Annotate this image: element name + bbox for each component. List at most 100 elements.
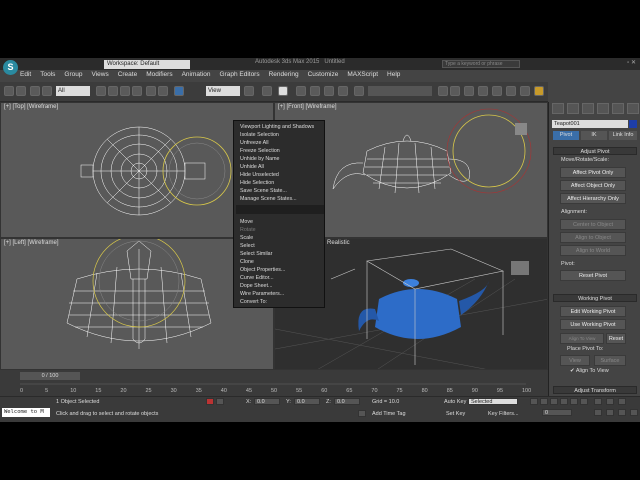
reset-working-pivot-button[interactable]: Reset <box>606 333 626 344</box>
spinner-snap-icon[interactable] <box>338 86 348 96</box>
region-select-icon[interactable] <box>120 86 130 96</box>
zoom-extents-icon[interactable] <box>618 398 626 405</box>
rollout-working-pivot[interactable]: Working Pivot <box>553 294 637 302</box>
menu-item-unhide-by-name[interactable]: Unhide by Name <box>240 156 279 162</box>
y-coordinate-field[interactable]: 0.0 <box>294 398 320 405</box>
use-working-pivot-button[interactable]: Use Working Pivot <box>560 319 626 330</box>
align-to-view-checkbox[interactable]: ✔ Align To View <box>570 368 609 374</box>
menu-views[interactable]: Views <box>91 71 108 82</box>
window-crossing-icon[interactable] <box>132 86 142 96</box>
menu-item-clone[interactable]: Clone <box>240 259 254 265</box>
affect-hierarchy-only-button[interactable]: Affect Hierarchy Only <box>560 193 626 204</box>
keyboard-shortcut-icon[interactable] <box>278 86 288 96</box>
angle-snap-icon[interactable] <box>310 86 320 96</box>
time-slider[interactable]: 0 / 100 <box>20 372 80 380</box>
material-editor-icon[interactable] <box>520 86 530 96</box>
coord-system-dropdown[interactable]: View <box>206 86 240 96</box>
named-selection-sets[interactable] <box>368 86 432 96</box>
select-rotate-icon[interactable] <box>158 86 168 96</box>
ribbon-icon[interactable] <box>478 86 488 96</box>
snaps-toggle-icon[interactable] <box>296 86 306 96</box>
zoom-all-icon[interactable] <box>606 398 614 405</box>
menu-edit[interactable]: Edit <box>20 71 31 82</box>
menu-help[interactable]: Help <box>387 71 400 82</box>
align-icon[interactable] <box>450 86 460 96</box>
layer-manager-icon[interactable] <box>464 86 474 96</box>
x-coordinate-field[interactable]: 0.0 <box>254 398 280 405</box>
menu-item-freeze-selection[interactable]: Freeze Selection <box>240 148 280 154</box>
display-tab-icon[interactable] <box>612 103 624 114</box>
selection-filter-dropdown[interactable]: All <box>56 86 90 96</box>
maximize-viewport-icon[interactable] <box>630 409 638 416</box>
create-tab-icon[interactable] <box>552 103 564 114</box>
add-time-tag-button[interactable]: Add Time Tag <box>372 411 406 417</box>
motion-tab-icon[interactable] <box>597 103 609 114</box>
place-pivot-view-button[interactable]: View <box>560 355 590 366</box>
align-to-world-button[interactable]: Align to World <box>560 245 626 256</box>
menu-animation[interactable]: Animation <box>182 71 211 82</box>
menu-create[interactable]: Create <box>118 71 138 82</box>
align-to-object-button[interactable]: Align to Object <box>560 232 626 243</box>
center-to-object-button[interactable]: Center to Object <box>560 219 626 230</box>
modify-tab-icon[interactable] <box>567 103 579 114</box>
affect-object-only-button[interactable]: Affect Object Only <box>560 180 626 191</box>
object-color-swatch[interactable] <box>629 120 637 128</box>
pan-view-icon[interactable] <box>606 409 614 416</box>
time-config-icon[interactable] <box>580 398 588 405</box>
z-coordinate-field[interactable]: 0.0 <box>334 398 360 405</box>
menu-item-hide-unselected[interactable]: Hide Unselected <box>240 172 279 178</box>
menu-rendering[interactable]: Rendering <box>269 71 299 82</box>
menu-item-select[interactable]: Select <box>240 243 255 249</box>
maxscript-listener[interactable]: Welcome to M <box>2 408 50 417</box>
key-filters-button[interactable]: Key Filters... <box>488 411 519 417</box>
object-name-field[interactable]: Teapot001 <box>552 120 628 128</box>
next-frame-icon[interactable] <box>560 398 568 405</box>
menu-item-save-scene-state[interactable]: Save Scene State... <box>240 188 287 194</box>
field-of-view-icon[interactable] <box>594 409 602 416</box>
menu-item-dope-sheet[interactable]: Dope Sheet... <box>240 283 272 289</box>
orbit-icon[interactable] <box>618 409 626 416</box>
hierarchy-tab-icon[interactable] <box>582 103 594 114</box>
menu-maxscript[interactable]: MAXScript <box>347 71 378 82</box>
select-scale-icon[interactable] <box>174 86 184 96</box>
key-mode-dropdown[interactable]: Selected <box>468 398 518 405</box>
menu-item-unfreeze-all[interactable]: Unfreeze All <box>240 140 269 146</box>
pivot-center-icon[interactable] <box>244 86 254 96</box>
absolute-mode-icon[interactable] <box>216 398 224 405</box>
menu-item-unhide-all[interactable]: Unhide All <box>240 164 264 170</box>
app-logo-icon[interactable]: S <box>3 60 18 75</box>
zoom-icon[interactable] <box>594 398 602 405</box>
menu-item-convert-to[interactable]: Convert To: <box>240 299 267 305</box>
tab-pivot[interactable]: Pivot <box>553 131 579 140</box>
menu-group[interactable]: Group <box>64 71 82 82</box>
play-icon[interactable] <box>550 398 558 405</box>
place-pivot-surface-button[interactable]: Surface <box>594 355 626 366</box>
go-to-start-icon[interactable] <box>530 398 538 405</box>
menu-item-move[interactable]: Move <box>240 219 253 225</box>
auto-key-button[interactable]: Auto Key <box>444 399 466 405</box>
redo-icon[interactable] <box>16 86 26 96</box>
menu-customize[interactable]: Customize <box>308 71 339 82</box>
mirror-icon[interactable] <box>438 86 448 96</box>
go-to-end-icon[interactable] <box>570 398 578 405</box>
select-manipulate-icon[interactable] <box>262 86 272 96</box>
menu-item-scale[interactable]: Scale <box>240 235 253 241</box>
menu-item-viewport-lighting[interactable]: Viewport Lighting and Shadows <box>240 124 314 130</box>
utilities-tab-icon[interactable] <box>627 103 639 114</box>
menu-graph-editors[interactable]: Graph Editors <box>220 71 260 82</box>
menu-modifiers[interactable]: Modifiers <box>146 71 172 82</box>
schematic-view-icon[interactable] <box>506 86 516 96</box>
render-setup-icon[interactable] <box>534 86 544 96</box>
menu-item-select-similar[interactable]: Select Similar <box>240 251 272 257</box>
menu-item-rotate[interactable]: Rotate <box>240 227 256 233</box>
time-tag-icon[interactable] <box>358 410 366 417</box>
tab-ik[interactable]: IK <box>581 131 607 140</box>
reset-pivot-button[interactable]: Reset Pivot <box>560 270 626 281</box>
menu-item-object-properties[interactable]: Object Properties... <box>240 267 285 273</box>
track-bar[interactable]: 0 5 10 15 20 25 30 35 40 45 50 55 60 65 70 75 80 85 90 95 10… <box>0 380 548 396</box>
select-by-name-icon[interactable] <box>108 86 118 96</box>
curve-editor-icon[interactable] <box>492 86 502 96</box>
select-move-icon[interactable] <box>146 86 156 96</box>
lock-selection-icon[interactable] <box>206 398 214 405</box>
unlink-icon[interactable] <box>42 86 52 96</box>
